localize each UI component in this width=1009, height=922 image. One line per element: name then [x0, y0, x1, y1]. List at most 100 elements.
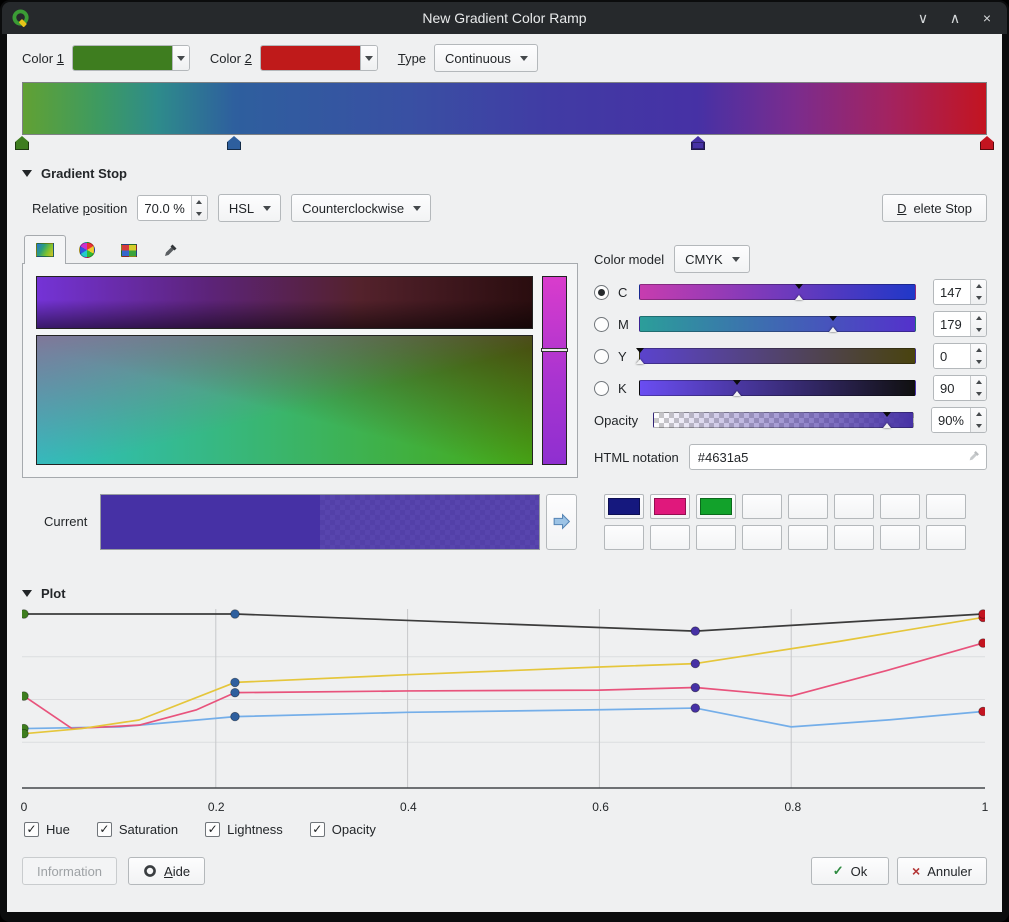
channel-slider-m[interactable]: [639, 316, 916, 332]
color-box[interactable]: [36, 335, 533, 465]
color2-dropdown[interactable]: [360, 46, 377, 70]
dialog-window: New Gradient Color Ramp ∨ ∧ × Color 1 Co…: [0, 0, 1009, 922]
information-button[interactable]: Information: [22, 857, 117, 885]
slider-handle[interactable]: [636, 348, 644, 353]
collapse-arrow-icon: [22, 590, 32, 597]
spin-arrows[interactable]: [970, 376, 986, 400]
direction-combo[interactable]: Counterclockwise: [291, 194, 431, 222]
spin-arrows[interactable]: [970, 312, 986, 336]
gradient-stop-marker-0[interactable]: [15, 136, 29, 150]
slider-handle[interactable]: [883, 412, 891, 417]
plot-toggle-opacity[interactable]: ✓Opacity: [310, 822, 376, 837]
channel-slider-y[interactable]: [639, 348, 916, 364]
window-menu-icon[interactable]: ∨: [915, 11, 931, 25]
gradient-stop-header[interactable]: Gradient Stop: [22, 163, 987, 183]
theme-swatch-0-0[interactable]: [604, 494, 644, 519]
gradient-stop-marker-3[interactable]: [980, 136, 994, 150]
relative-position-spinbox[interactable]: 70.0 %: [137, 195, 207, 221]
help-button[interactable]: Aide: [128, 857, 205, 885]
checkbox-icon[interactable]: ✓: [97, 822, 112, 837]
theme-swatch-0-3[interactable]: [742, 494, 782, 519]
slider-handle[interactable]: [733, 380, 741, 385]
plot-canvas[interactable]: [22, 607, 985, 799]
opacity-slider[interactable]: [653, 412, 914, 428]
color-spec-combo[interactable]: HSL: [218, 194, 281, 222]
titlebar[interactable]: New Gradient Color Ramp ∨ ∧ ×: [2, 2, 1007, 34]
theme-swatch-1-3[interactable]: [742, 525, 782, 550]
slider-handle[interactable]: [883, 423, 891, 428]
color-model-combo[interactable]: CMYK: [674, 245, 750, 273]
theme-swatch-0-5[interactable]: [834, 494, 874, 519]
window-shade-icon[interactable]: ∧: [947, 11, 963, 25]
color-component-band[interactable]: [36, 276, 533, 329]
theme-swatch-1-4[interactable]: [788, 525, 828, 550]
checkbox-icon[interactable]: ✓: [24, 822, 39, 837]
plot-toggle-hue[interactable]: ✓Hue: [24, 822, 70, 837]
channel-slider-k[interactable]: [639, 380, 916, 396]
theme-swatch-0-7[interactable]: [926, 494, 966, 519]
channel-spinbox-c[interactable]: 147: [933, 279, 987, 305]
tab-color-wheel[interactable]: [66, 235, 108, 264]
plot-header[interactable]: Plot: [22, 583, 987, 603]
channel-radio-y[interactable]: [594, 349, 609, 364]
plot-toggle-lightness[interactable]: ✓Lightness: [205, 822, 283, 837]
spin-arrows[interactable]: [970, 408, 986, 432]
tab-color-sampler[interactable]: [150, 235, 192, 264]
gradient-stop-marker-2[interactable]: [691, 136, 705, 150]
theme-swatch-1-6[interactable]: [880, 525, 920, 550]
slider-handle[interactable]: [733, 391, 741, 396]
channel-spinbox-m[interactable]: 179: [933, 311, 987, 337]
theme-swatch-0-4[interactable]: [788, 494, 828, 519]
ok-button[interactable]: ✓ Ok: [811, 857, 889, 885]
channel-radio-k[interactable]: [594, 381, 609, 396]
vertical-slider-handle[interactable]: [541, 348, 568, 352]
channel-slider-c[interactable]: [639, 284, 916, 300]
theme-swatch-0-1[interactable]: [650, 494, 690, 519]
theme-swatch-1-2[interactable]: [696, 525, 736, 550]
gradient-plot[interactable]: [22, 607, 987, 799]
dropper-icon[interactable]: [968, 449, 981, 462]
cancel-button[interactable]: × Annuler: [897, 857, 987, 885]
tab-color-box[interactable]: [24, 235, 66, 264]
theme-swatch-1-7[interactable]: [926, 525, 966, 550]
gradient-stop-marker-1[interactable]: [227, 136, 241, 150]
vertical-color-slider[interactable]: [542, 276, 567, 465]
opacity-label: Opacity: [594, 413, 644, 428]
tab-color-swatches[interactable]: [108, 235, 150, 264]
theme-swatch-0-2[interactable]: [696, 494, 736, 519]
color2-label: Color 2: [210, 51, 252, 66]
type-label: Type: [398, 51, 426, 66]
theme-swatch-1-0[interactable]: [604, 525, 644, 550]
slider-handle[interactable]: [829, 316, 837, 321]
channel-spinbox-k[interactable]: 90: [933, 375, 987, 401]
color2-button[interactable]: [260, 45, 378, 71]
type-combo[interactable]: Continuous: [434, 44, 538, 72]
opacity-spinbox[interactable]: 90%: [931, 407, 987, 433]
color1-button[interactable]: [72, 45, 190, 71]
theme-swatch-0-6[interactable]: [880, 494, 920, 519]
theme-swatch-1-5[interactable]: [834, 525, 874, 550]
channel-radio-m[interactable]: [594, 317, 609, 332]
spin-arrows[interactable]: [970, 280, 986, 304]
html-notation-input[interactable]: [689, 444, 987, 470]
delete-stop-button[interactable]: Delete Stop: [882, 194, 987, 222]
help-button-label: Aide: [164, 864, 190, 879]
spin-arrows[interactable]: [970, 344, 986, 368]
spin-arrows[interactable]: [191, 196, 207, 220]
slider-handle[interactable]: [795, 295, 803, 300]
gradient-preview[interactable]: [22, 82, 987, 135]
slider-handle[interactable]: [829, 327, 837, 332]
channel-spinbox-y[interactable]: 0: [933, 343, 987, 369]
channel-radio-c[interactable]: [594, 285, 609, 300]
checkbox-icon[interactable]: ✓: [310, 822, 325, 837]
color1-dropdown[interactable]: [172, 46, 189, 70]
window-close-icon[interactable]: ×: [979, 11, 995, 25]
slider-handle[interactable]: [636, 359, 644, 364]
plot-toggle-label: Saturation: [119, 822, 178, 837]
theme-swatch-1-1[interactable]: [650, 525, 690, 550]
color2-swatch: [261, 46, 360, 70]
checkbox-icon[interactable]: ✓: [205, 822, 220, 837]
plot-toggle-saturation[interactable]: ✓ Saturation: [97, 822, 178, 837]
add-to-swatches-button[interactable]: [546, 494, 577, 550]
slider-handle[interactable]: [795, 284, 803, 289]
